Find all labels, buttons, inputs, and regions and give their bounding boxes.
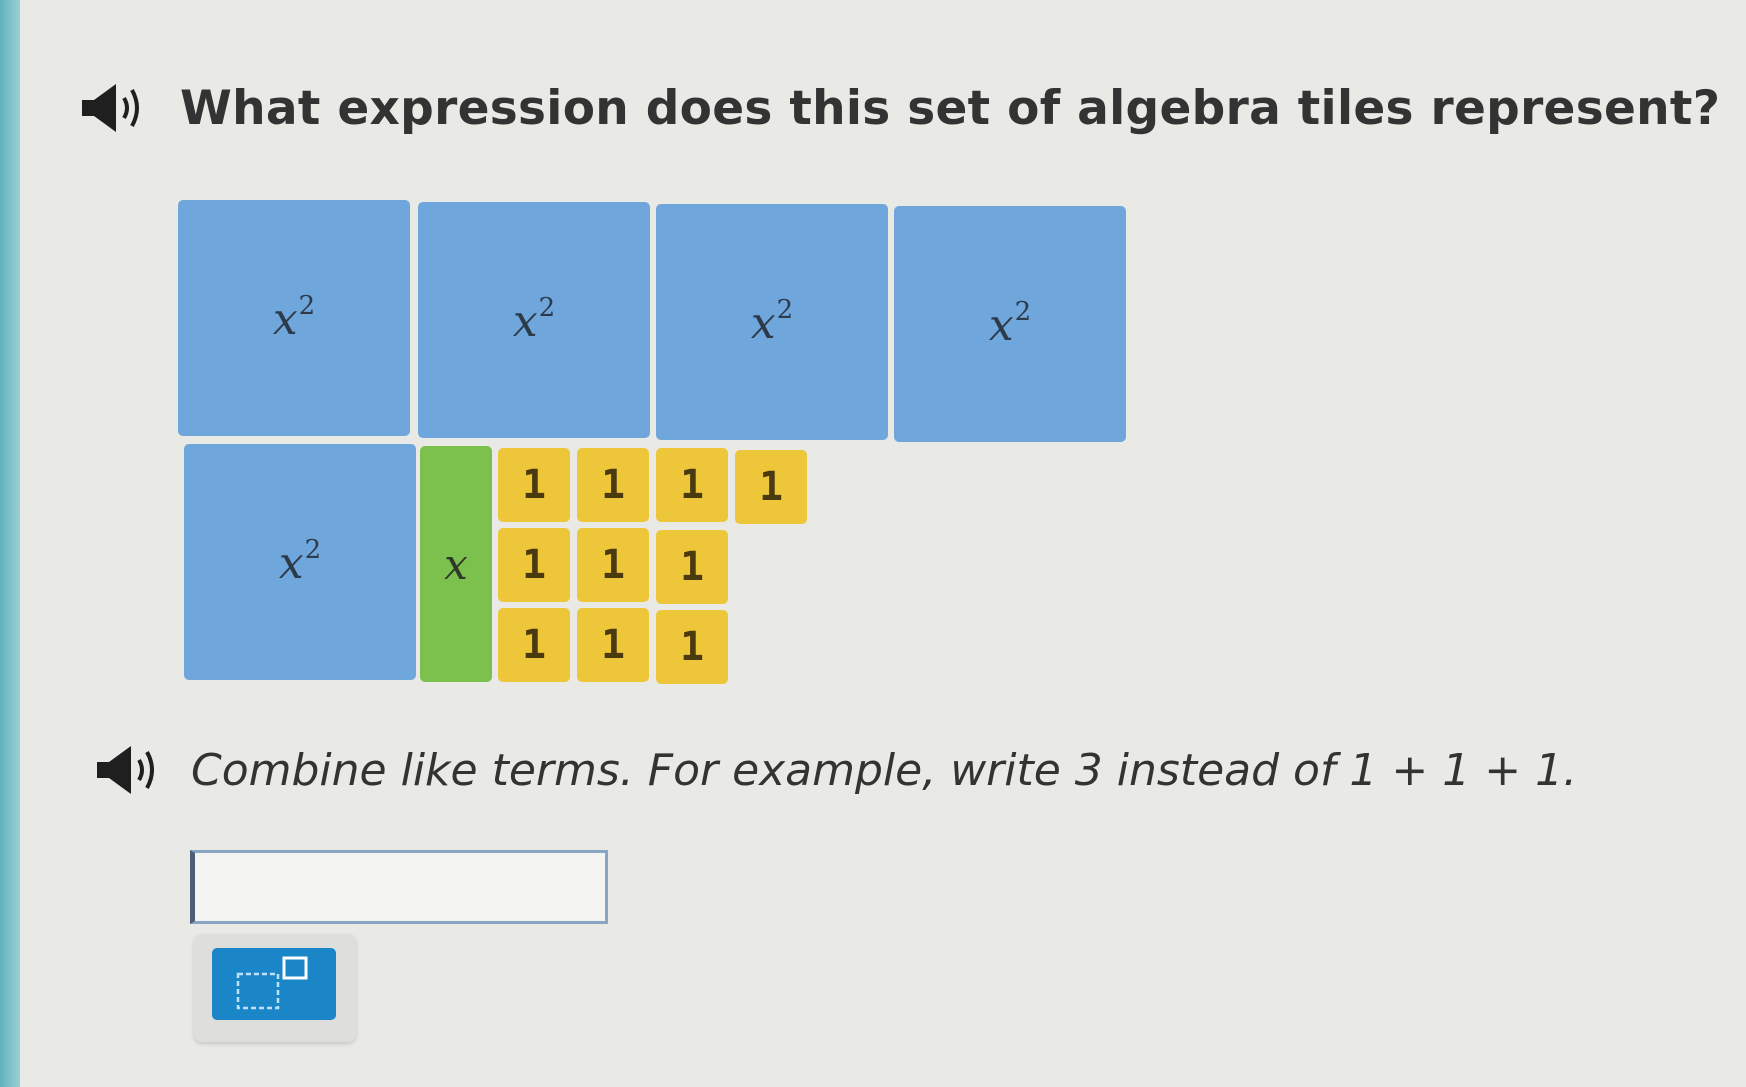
speaker-icon[interactable] — [80, 78, 158, 138]
unit-tile: 1 — [498, 608, 570, 682]
x-squared-tile: x2 — [894, 206, 1126, 442]
unit-tile: 1 — [498, 528, 570, 602]
unit-tile: 1 — [577, 448, 649, 522]
tile-exponent: 2 — [1014, 297, 1032, 327]
tile-label: x — [988, 300, 1014, 351]
math-toolbar — [194, 934, 356, 1042]
x-squared-tile: x2 — [656, 204, 888, 440]
tile-label: 1 — [679, 624, 705, 670]
x-tile: x — [420, 446, 492, 682]
tile-label: x — [750, 298, 776, 349]
unit-tile: 1 — [577, 528, 649, 602]
question-row: What expression does this set of algebra… — [80, 78, 1720, 138]
tile-label: x — [272, 294, 298, 345]
exponent-template-icon — [236, 956, 308, 1010]
instruction-text: Combine like terms. For example, write 3… — [191, 744, 1578, 796]
tile-exponent: 2 — [304, 535, 322, 565]
tile-label: x — [278, 538, 304, 589]
unit-tile: 1 — [498, 448, 570, 522]
x-squared-tile: x2 — [184, 444, 416, 680]
tile-label: 1 — [521, 622, 547, 668]
tile-label: 1 — [679, 462, 705, 508]
tile-label: x — [444, 539, 468, 589]
tile-label: 1 — [521, 542, 547, 588]
tile-label: 1 — [521, 462, 547, 508]
tile-label: 1 — [600, 462, 626, 508]
x-squared-tile: x2 — [418, 202, 650, 438]
tile-exponent: 2 — [776, 295, 794, 325]
unit-tile: 1 — [656, 530, 728, 604]
question-text: What expression does this set of algebra… — [180, 80, 1721, 136]
unit-tile: 1 — [656, 448, 728, 522]
unit-tile: 1 — [656, 610, 728, 684]
tile-label: 1 — [600, 622, 626, 668]
answer-input[interactable] — [190, 850, 608, 924]
instruction-row: Combine like terms. For example, write 3… — [95, 740, 1577, 800]
tile-exponent: 2 — [538, 293, 556, 323]
unit-tile: 1 — [577, 608, 649, 682]
tile-label: 1 — [758, 464, 784, 510]
unit-tile: 1 — [735, 450, 807, 524]
left-edge-strip — [0, 0, 20, 1087]
tile-label: 1 — [600, 542, 626, 588]
tile-label: 1 — [679, 544, 705, 590]
x-squared-tile: x2 — [178, 200, 410, 436]
exponent-button[interactable] — [212, 948, 336, 1020]
tile-exponent: 2 — [298, 291, 316, 321]
tile-label: x — [512, 296, 538, 347]
speaker-icon[interactable] — [95, 740, 173, 800]
